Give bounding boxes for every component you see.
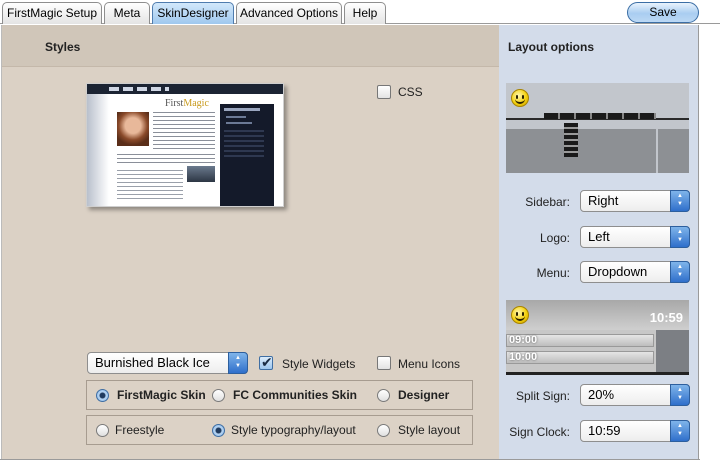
layout-preview-main-pane xyxy=(506,129,656,173)
css-label: CSS xyxy=(398,85,423,99)
sign-preview-clock: 10:59 xyxy=(649,310,683,325)
tab-bar: FirstMagic Setup Meta SkinDesigner Advan… xyxy=(0,0,720,24)
sign-preview: 10:59 09:00 10:00 xyxy=(506,300,689,375)
designer-label: Designer xyxy=(398,388,450,402)
menu-label: Menu: xyxy=(536,266,570,280)
style-typography-layout-label: Style typography/layout xyxy=(231,423,356,437)
split-sign-select[interactable]: 20% xyxy=(580,384,690,406)
smiley-icon xyxy=(511,89,529,107)
layout-preview xyxy=(506,83,689,173)
select-arrows-icon xyxy=(670,420,690,442)
tab-meta[interactable]: Meta xyxy=(104,2,150,24)
style-layout-label: Style layout xyxy=(398,423,461,437)
radio-style-layout[interactable] xyxy=(377,424,390,437)
radio-firstmagic-skin[interactable] xyxy=(96,389,109,402)
menu-icons-checkbox[interactable] xyxy=(377,356,391,370)
skin-select[interactable]: Burnished Black Ice xyxy=(87,352,248,374)
menu-select-value: Dropdown xyxy=(588,264,648,279)
radio-style-typography-layout[interactable] xyxy=(212,424,225,437)
tab-help[interactable]: Help xyxy=(344,2,386,24)
style-widgets-checkbox[interactable] xyxy=(259,354,273,371)
sidebar-select[interactable]: Right xyxy=(580,190,690,212)
sign-clock-label: Sign Clock: xyxy=(509,425,570,439)
fc-communities-skin-label: FC Communities Skin xyxy=(233,388,358,402)
thumbnail-text-lines xyxy=(153,112,215,152)
sign-preview-time-1: 09:00 xyxy=(509,334,538,346)
thumbnail-left-shade xyxy=(87,94,109,206)
select-arrows-icon xyxy=(670,190,690,212)
skin-select-value: Burnished Black Ice xyxy=(95,355,210,370)
firstmagic-skin-label: FirstMagic Skin xyxy=(117,388,206,402)
sidebar-select-value: Right xyxy=(588,193,619,208)
tab-skindesigner[interactable]: SkinDesigner xyxy=(152,2,234,24)
radio-fc-communities-skin[interactable] xyxy=(212,389,225,402)
thumbnail-nav xyxy=(109,87,169,91)
logo-label: Logo: xyxy=(539,231,570,245)
select-arrows-icon xyxy=(670,261,690,283)
thumbnail-text-lines-3 xyxy=(117,170,183,200)
select-arrows-icon xyxy=(670,384,690,406)
css-checkbox[interactable] xyxy=(377,85,391,99)
thumbnail-logo-first: First xyxy=(165,98,184,109)
tab-advanced-options[interactable]: Advanced Options xyxy=(236,2,342,24)
bottom-border xyxy=(0,459,700,460)
logo-select[interactable]: Left xyxy=(580,226,690,248)
sign-preview-right-pane xyxy=(656,330,689,375)
save-button[interactable]: Save xyxy=(627,2,699,23)
tab-firstmagic-setup[interactable]: FirstMagic Setup xyxy=(2,2,102,24)
radio-freestyle[interactable] xyxy=(96,424,109,437)
thumbnail-logo-magic: Magic xyxy=(183,98,209,109)
layout-options-title: Layout options xyxy=(508,40,594,54)
sign-preview-row: 10:00 xyxy=(506,351,654,364)
layout-preview-sidebar-pane xyxy=(658,129,689,173)
menu-icons-label: Menu Icons xyxy=(398,357,461,371)
radio-designer[interactable] xyxy=(377,389,390,402)
thumbnail-photo xyxy=(117,112,149,146)
sign-preview-time-2: 10:00 xyxy=(509,351,538,363)
thumbnail-text-lines-2 xyxy=(117,154,215,166)
layout-preview-menu xyxy=(544,113,656,119)
sign-preview-row: 09:00 xyxy=(506,334,654,347)
layout-preview-dropdown xyxy=(564,123,578,157)
skin-preview-thumbnail: FirstMagic xyxy=(86,83,284,207)
styles-title: Styles xyxy=(45,40,81,54)
sign-preview-bottom-line xyxy=(506,372,689,375)
split-sign-label: Split Sign: xyxy=(515,389,570,403)
freestyle-label: Freestyle xyxy=(115,423,165,437)
styles-header: Styles xyxy=(2,25,500,67)
sidebar-label: Sidebar: xyxy=(525,195,570,209)
select-arrows-icon xyxy=(228,352,248,374)
sign-clock-select-value: 10:59 xyxy=(588,423,621,438)
split-sign-select-value: 20% xyxy=(588,387,615,402)
thumbnail-image xyxy=(187,166,215,182)
thumbnail-logo: FirstMagic xyxy=(165,98,209,109)
smiley-icon xyxy=(511,306,529,324)
select-arrows-icon xyxy=(670,226,690,248)
sign-clock-select[interactable]: 10:59 xyxy=(580,420,690,442)
menu-select[interactable]: Dropdown xyxy=(580,261,690,283)
logo-select-value: Left xyxy=(588,229,610,244)
thumbnail-sidebar xyxy=(220,104,274,206)
style-widgets-label: Style Widgets xyxy=(282,357,356,371)
